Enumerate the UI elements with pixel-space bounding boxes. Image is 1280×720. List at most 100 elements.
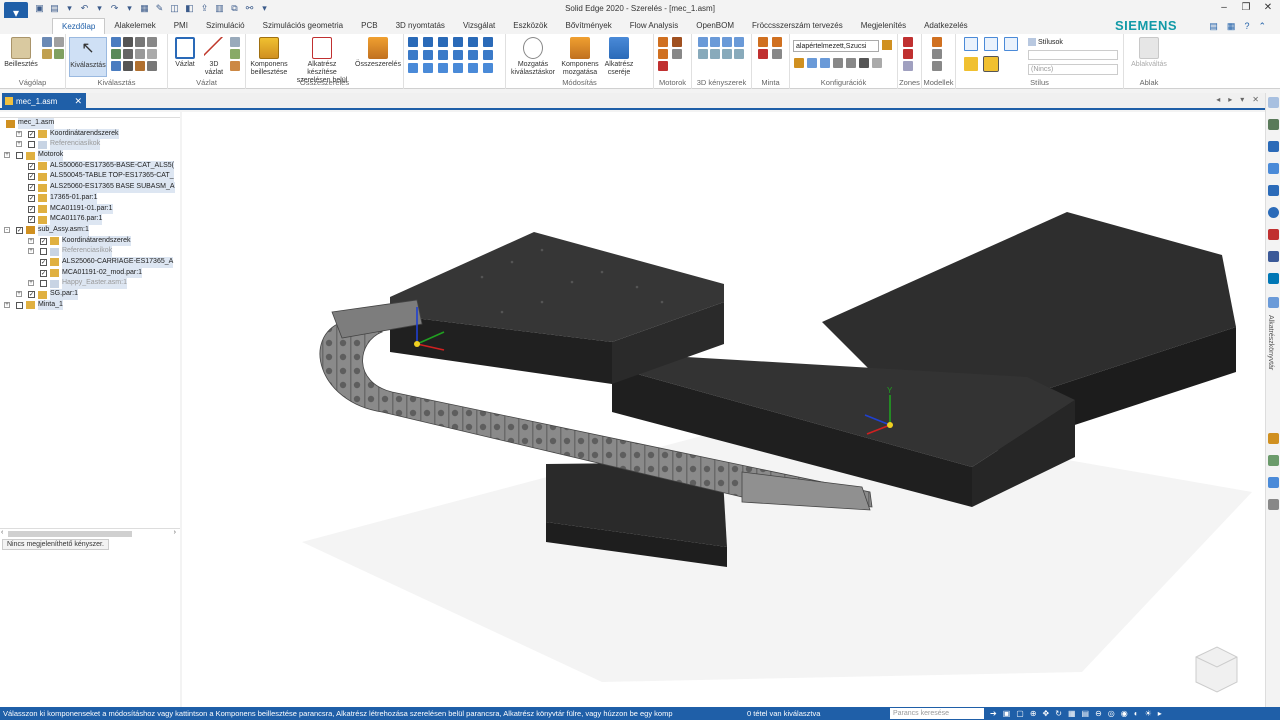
cut-icon[interactable] [42,37,52,47]
visibility-checkbox[interactable] [40,280,47,288]
layout-icon[interactable]: ▤ [1209,21,1218,32]
tab-8[interactable]: Eszközök [504,18,556,34]
tab-6[interactable]: 3D nyomtatás [387,18,454,34]
3d-c4-icon[interactable] [734,37,744,47]
gear-constraint-icon[interactable] [453,50,463,60]
sketch-tool-b-icon[interactable] [230,49,240,59]
duplicate-icon[interactable] [758,49,768,59]
library-dock-icon[interactable] [1268,141,1279,152]
format-painter-icon[interactable] [42,49,52,59]
select-drop-icon[interactable] [111,61,121,71]
tab-0[interactable]: Kezdőlap [52,18,106,34]
expand-toggle-icon[interactable]: - [4,226,10,233]
expand-toggle-icon[interactable]: + [4,152,10,159]
3d-c1-icon[interactable] [698,37,708,47]
graphics-window[interactable]: Y [182,112,1265,707]
expand-toggle-icon[interactable]: + [4,301,10,308]
axial-align-icon[interactable] [438,37,448,47]
configuration-select[interactable]: alapértelmezett,Szucsi [793,40,879,52]
tree-row[interactable]: ✓ ALS50045-TABLE TOP-ES17365-CAT_ [0,171,180,183]
3d-model-view[interactable]: Y [182,112,1265,707]
tree-row[interactable]: + ✓ SG.par:1 [0,289,180,300]
3d-c2-icon[interactable] [710,37,720,47]
pattern-icon[interactable] [758,37,768,47]
zone3-icon[interactable] [903,61,913,71]
visibility-checkbox[interactable]: ✓ [28,162,35,170]
view-orientation-icon[interactable]: ◎ [1108,707,1115,720]
cam-icon[interactable] [423,50,433,60]
tab-12[interactable]: Fröccsszerszám tervezés [743,18,852,34]
tree-row[interactable]: + Referenciasíkok [0,139,180,151]
sensor-dock-icon[interactable] [1268,163,1279,174]
paste-special-icon[interactable] [54,49,64,59]
select-box-icon[interactable] [111,37,121,47]
collapse-ribbon-icon[interactable]: ⌃ [1258,21,1266,32]
scroll-right-icon[interactable]: › [174,529,176,536]
copy-icon[interactable] [54,37,64,47]
section-icon[interactable]: ◐ [1134,707,1139,720]
motor-a-icon[interactable] [658,49,668,59]
zoom-icon[interactable]: ⊕ [1030,707,1037,720]
cfg2-icon[interactable] [807,58,817,68]
select-grid-icon[interactable] [135,37,145,47]
zoom-out-icon[interactable]: ⊖ [1095,707,1102,720]
select-hide-icon[interactable] [123,49,133,59]
paste-button[interactable]: Beillesztés [4,37,38,69]
pattern-more-icon[interactable] [772,49,782,59]
insert-component-button[interactable]: Komponens beillesztése [248,37,290,77]
cfg5-icon[interactable] [846,58,856,68]
tree-row[interactable]: + Motorok [0,150,180,161]
move-component-button[interactable]: Komponens mozgatása [560,37,600,77]
facebook-icon[interactable] [1268,251,1279,262]
tree-row[interactable]: ✓ MCA01191-01.par:1 [0,203,180,215]
tab-4[interactable]: Szimulációs geometria [254,18,352,34]
insert-constraint-icon[interactable] [453,37,463,47]
flash-fit-icon[interactable] [453,63,463,73]
tab-3[interactable]: Szimuláció [197,18,254,34]
view-tri-icon[interactable] [1004,37,1018,51]
cfg1-icon[interactable] [794,58,804,68]
tab-2[interactable]: PMI [165,18,197,34]
tab-1[interactable]: Alakelemek [105,18,164,34]
select-more-icon[interactable] [147,49,157,59]
visibility-checkbox[interactable]: ✓ [16,226,23,234]
select-move-icon[interactable] [123,61,133,71]
3d-c6-icon[interactable] [710,49,720,59]
capture-fit-icon[interactable] [468,63,478,73]
visibility-checkbox[interactable]: ✓ [28,130,35,138]
3d-c8-icon[interactable] [734,49,744,59]
tab-list-icon[interactable]: ▾ [1240,95,1244,104]
pathfinder-dock-icon[interactable] [1268,97,1279,108]
sketch-button[interactable]: Vázlat [172,37,198,69]
command-search-input[interactable]: Parancs keresése [890,708,984,719]
search-go-icon[interactable]: ➔ [990,707,997,720]
shaded-edges-icon[interactable] [983,56,999,72]
select-button[interactable]: ↖ Kiválasztás [69,37,107,77]
parallel-icon[interactable] [438,50,448,60]
rigid-set-icon[interactable] [483,50,493,60]
view-iso-icon[interactable] [964,37,978,51]
config-save-icon[interactable] [882,40,892,50]
tree-row[interactable]: + ✓ Koordinátarendszerek [0,128,180,140]
tab-9[interactable]: Bővítmények [557,18,621,34]
tab-5[interactable]: PCB [352,18,386,34]
cfg7-icon[interactable] [872,58,882,68]
visibility-checkbox[interactable]: ✓ [28,194,35,202]
options-icon[interactable]: ▦ [1227,21,1236,32]
dock-c-icon[interactable] [1268,477,1279,488]
tree-row[interactable]: ✓ ALS25060-CARRIAGE-ES17365_A [0,256,180,268]
cfg4-icon[interactable] [833,58,843,68]
tab-13[interactable]: Megjelenítés [852,18,915,34]
sketch-tool-a-icon[interactable] [230,37,240,47]
cfg6-icon[interactable] [859,58,869,68]
tab-right-icon[interactable]: ▸ [1228,95,1232,104]
tree-row[interactable]: + ✓ Koordinátarendszerek [0,235,180,247]
visibility-checkbox[interactable]: ✓ [28,216,35,224]
tab-7[interactable]: Vizsgálat [454,18,504,34]
center-plane-icon[interactable] [423,63,433,73]
planar-align-icon[interactable] [423,37,433,47]
scroll-thumb[interactable] [8,531,132,537]
minimize-icon[interactable]: – [1218,2,1230,14]
help-icon[interactable]: ? [1244,21,1249,32]
model3-icon[interactable] [932,61,942,71]
